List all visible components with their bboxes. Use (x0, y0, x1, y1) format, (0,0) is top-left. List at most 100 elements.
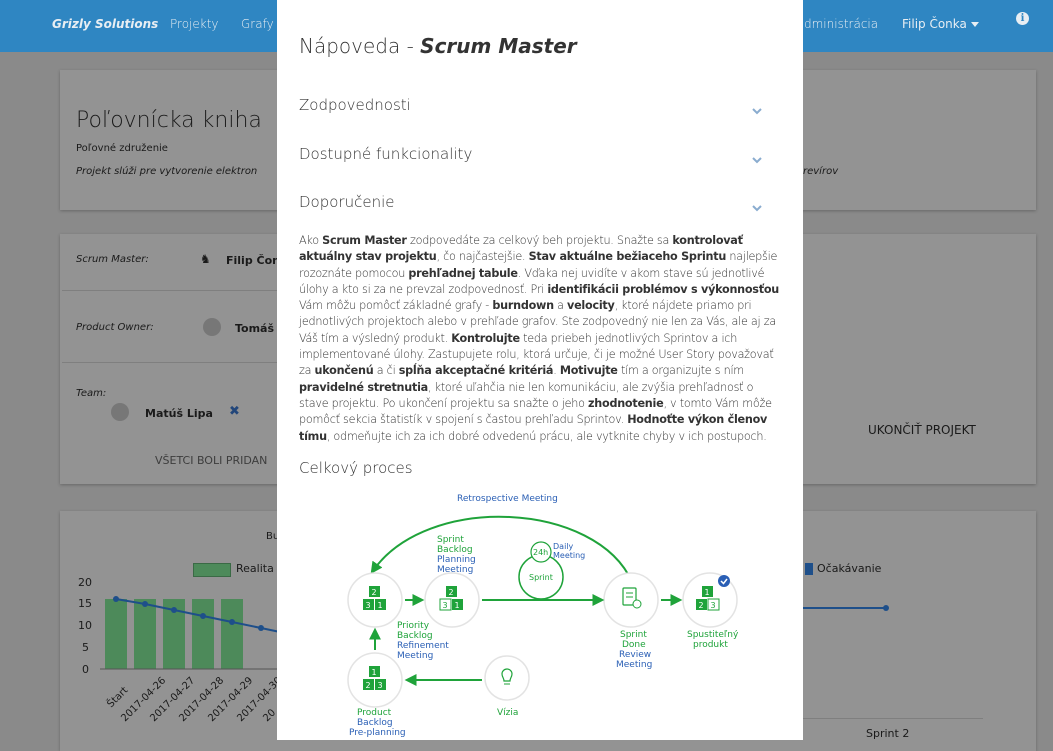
legend-swatch-expected (805, 563, 813, 575)
nav-link-administration[interactable]: dministrácia (804, 17, 878, 31)
review-node (603, 572, 659, 628)
stack-number: 2 (366, 681, 371, 690)
emphasis-text: spĺňa akceptačné kritériá (398, 364, 554, 378)
node-label: Meeting (616, 660, 652, 670)
emphasis-text: zhodnotenie (588, 396, 664, 410)
product-owner-label: Product Owner: (76, 322, 154, 333)
node-label: Planning (437, 555, 476, 565)
team-label: Team: (76, 388, 107, 399)
chevron-down-icon[interactable] (752, 106, 762, 116)
retrospective-label: Retrospective Meeting (457, 494, 558, 504)
x-tick: 20 (261, 707, 278, 724)
legend-swatch-actual (193, 563, 231, 577)
scrum-process-diagram: Retrospective Meeting 2 3 1 2 3 1 1 2 3 (347, 494, 739, 738)
sprint-label: Sprint (529, 573, 553, 582)
scrum-master-label: Scrum Master: (76, 254, 149, 265)
point (142, 601, 148, 607)
node-label: Refinement (397, 641, 449, 651)
scrum-master-name: Filip Čon (226, 254, 280, 267)
stack-number: 1 (705, 588, 710, 597)
user-menu[interactable]: Filip Čonka (902, 17, 979, 31)
wolf-icon: ♞ (200, 252, 211, 266)
body-text: , odmeňujte ich za ich dobré odvedenú pr… (326, 429, 767, 443)
emphasis-text: pravidelné stretnutia (299, 380, 428, 394)
point (258, 625, 264, 631)
bar (105, 599, 127, 669)
stack-number: 3 (366, 601, 371, 610)
bar (221, 599, 243, 669)
nav-link-projects[interactable]: Projekty (170, 17, 219, 31)
emphasis-text: Scrum Master (322, 234, 407, 247)
priority-backlog-node: 2 3 1 (347, 572, 403, 628)
project-subtitle: Poľovné združenie (76, 143, 168, 154)
y-tick: 0 (82, 663, 89, 676)
node-label: Sprint (620, 630, 647, 640)
legend-expected: Očakávanie (817, 562, 882, 575)
body-text: Vám môžu pomôcť základné grafy - (299, 299, 493, 313)
divider (62, 362, 277, 363)
vision-node (484, 655, 530, 701)
node-label: produkt (693, 640, 728, 650)
stack-number: 3 (378, 681, 383, 690)
emphasis-text: prehľadnej tabule (408, 266, 518, 280)
retrospective-arrow (370, 515, 633, 583)
chevron-down-icon[interactable] (752, 155, 762, 165)
body-text: a či (373, 364, 399, 378)
sprint-backlog-node: 2 3 1 (424, 572, 480, 628)
emphasis-text: identifikácii problémov s výkonnosťou (547, 282, 779, 296)
avatar (111, 403, 129, 421)
daily-label: Daily (553, 542, 574, 551)
bar (134, 599, 156, 669)
emphasis-text: velocity (567, 299, 615, 313)
node-label: Product (357, 708, 392, 718)
process-title: Celkový proces (299, 459, 413, 477)
help-modal: Nápoveda - Scrum Master Zodpovednosti Do… (277, 0, 803, 740)
end-project-button[interactable]: UKONČIŤ PROJEKT (868, 423, 976, 437)
node-label: Done (622, 640, 646, 650)
y-tick: 15 (78, 597, 92, 610)
stack-number: 1 (372, 668, 377, 677)
legend-actual: Realita (236, 562, 274, 575)
point (200, 613, 206, 619)
body-text: tím a organizujte s ním (617, 364, 744, 378)
emphasis-text: Motivujte (559, 364, 618, 378)
y-tick: 20 (78, 576, 92, 589)
caret-down-icon (970, 22, 979, 27)
modal-title: Nápoveda - Scrum Master (299, 34, 577, 58)
y-tick: 5 (82, 641, 89, 654)
chevron-down-icon[interactable] (752, 203, 762, 213)
accordion-label: Dostupné funkcionality (299, 145, 473, 163)
y-tick: 10 (78, 619, 92, 632)
modal-title-role: Scrum Master (420, 34, 577, 58)
node-label: Pre-planning (349, 728, 406, 738)
node-label: Meeting (397, 651, 433, 661)
emphasis-text: Stav aktuálne bežiaceho Sprintu (528, 250, 727, 264)
body-text: a (553, 299, 568, 313)
node-label: Spustiteľný (687, 630, 739, 640)
stack-number: 2 (449, 588, 454, 597)
team-member-name: Matúš Lipa (145, 407, 213, 420)
accordion-label: Zodpovednosti (299, 96, 411, 114)
stack-number: 3 (443, 601, 448, 610)
project-description: Projekt slúži pre vytvorenie elektron (76, 166, 258, 177)
daily-label: Meeting (553, 551, 585, 560)
point (113, 596, 119, 602)
info-icon[interactable]: i (1016, 12, 1029, 25)
bar (192, 599, 214, 669)
project-description-end: revírov (803, 166, 839, 177)
release-node: 1 2 3 (682, 572, 738, 628)
brand-link[interactable]: Grizly Solutions (52, 17, 158, 31)
nav-link-charts[interactable]: Grafy (241, 17, 274, 31)
node-label: Sprint (437, 535, 464, 545)
accordion-features[interactable]: Dostupné funkcionality (299, 145, 765, 163)
node-label: Backlog (357, 718, 393, 728)
remove-member-icon[interactable]: ✖ (229, 404, 240, 419)
x-tick: Štart (104, 684, 131, 711)
product-owner-name: Tomáš (235, 322, 275, 335)
emphasis-text: burndown (492, 299, 554, 313)
product-backlog-node: 1 2 3 (347, 652, 403, 708)
point (229, 619, 235, 625)
accordion-responsibilities[interactable]: Zodpovednosti (299, 96, 765, 114)
body-text: zodpovedáte za celkový beh projektu. Sna… (406, 234, 673, 247)
accordion-recommendation[interactable]: Doporučenie (299, 193, 765, 211)
